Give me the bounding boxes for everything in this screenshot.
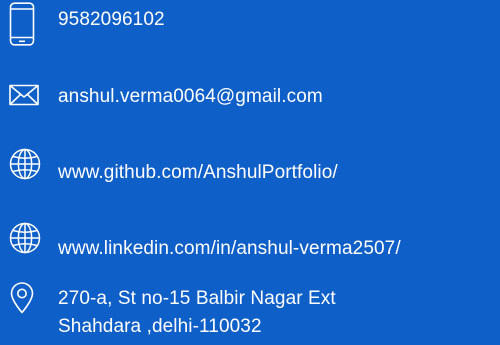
contact-github-row: www.github.com/AnshulPortfolio/ xyxy=(0,148,500,185)
contact-address-row: 270-a, St no-15 Balbir Nagar Ext Shahdar… xyxy=(0,282,500,342)
phone-number[interactable]: 9582096102 xyxy=(58,8,165,32)
contact-linkedin-row: www.linkedin.com/in/anshul-verma2507/ xyxy=(0,222,500,259)
globe-icon xyxy=(9,148,41,180)
contact-phone-row: 9582096102 xyxy=(0,0,500,50)
contact-list: 9582096102 anshul.verma0064@gmail.com ww… xyxy=(0,0,500,345)
smartphone-icon xyxy=(9,2,35,46)
address-line-1: 270-a, St no-15 Balbir Nagar Ext xyxy=(58,288,336,309)
email-link[interactable]: anshul.verma0064@gmail.com xyxy=(58,85,323,109)
location-pin-icon xyxy=(10,282,34,314)
address-line-2: Shahdara ,delhi-110032 xyxy=(58,316,262,337)
envelope-icon xyxy=(9,84,39,106)
contact-email-row: anshul.verma0064@gmail.com xyxy=(0,80,500,110)
globe-icon xyxy=(9,222,41,254)
linkedin-link[interactable]: www.linkedin.com/in/anshul-verma2507/ xyxy=(58,237,401,261)
github-link[interactable]: www.github.com/AnshulPortfolio/ xyxy=(58,161,338,185)
